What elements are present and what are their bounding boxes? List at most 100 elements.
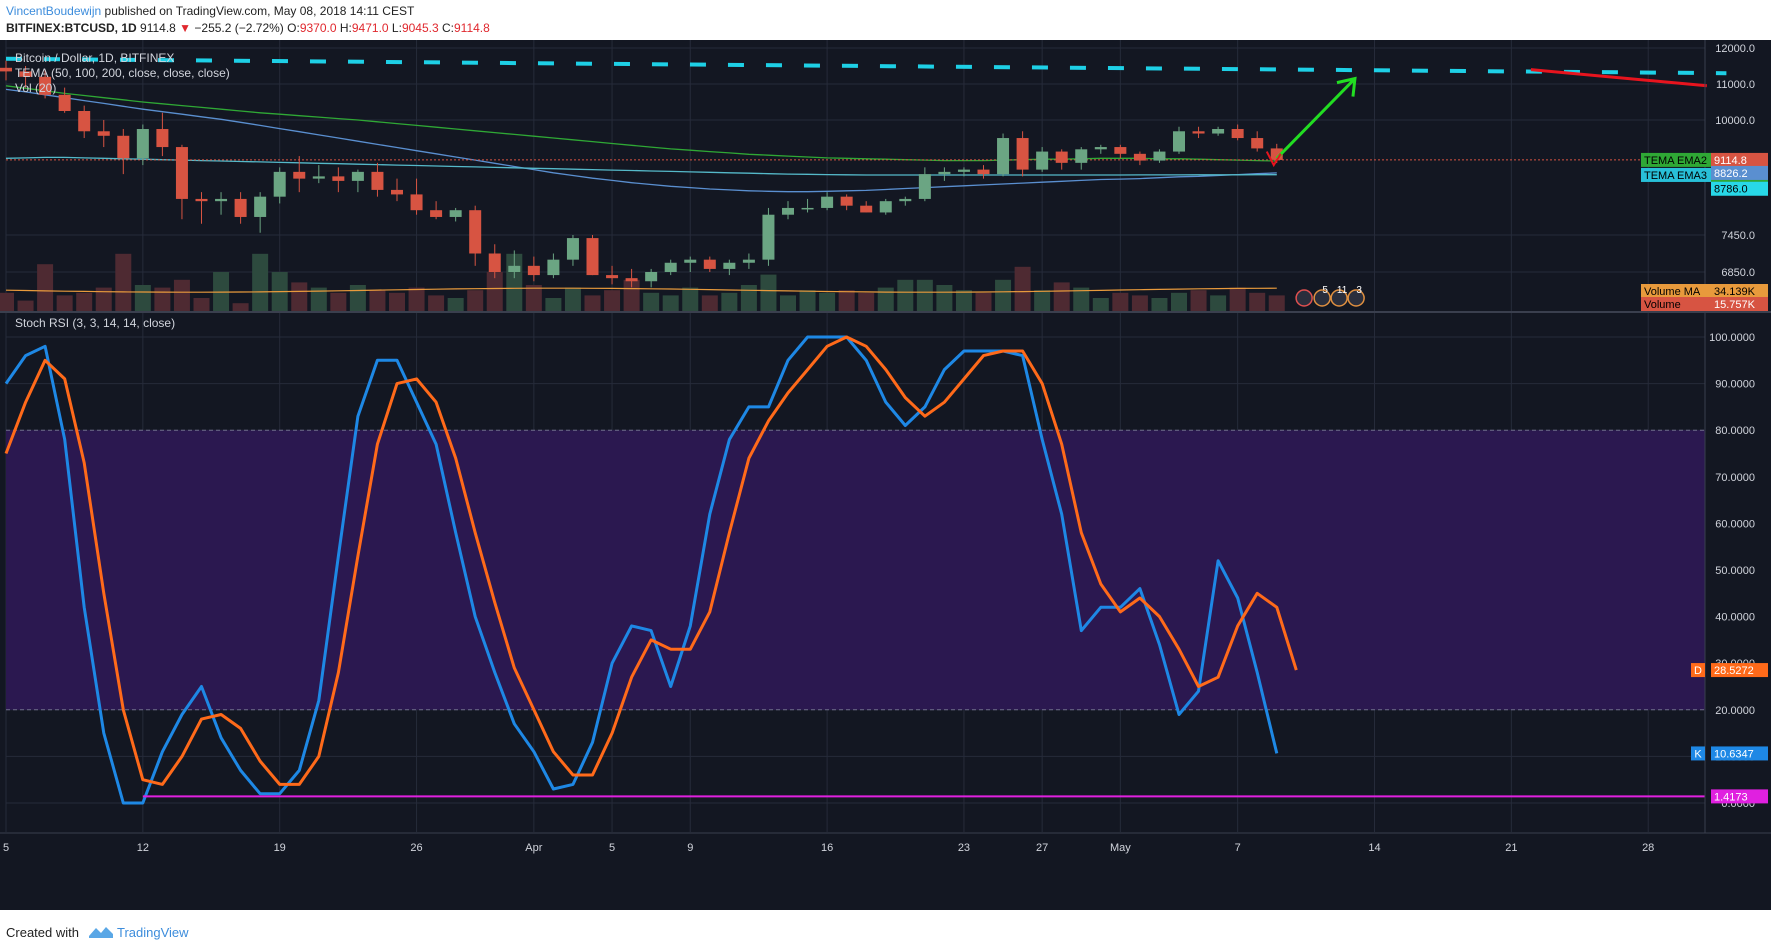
- stoch-tick-label: 50.0000: [1715, 565, 1755, 577]
- date-tick-label: 14: [1368, 842, 1380, 854]
- candle-body: [762, 214, 775, 260]
- author-link[interactable]: VincentBoudewijn: [6, 4, 101, 18]
- volume-bar: [819, 292, 836, 311]
- volume-bar: [76, 292, 93, 311]
- candle-body: [78, 111, 91, 132]
- volume-bar: [369, 290, 386, 311]
- volume-bar: [1014, 266, 1031, 311]
- stoch-k-tag-letter: K: [1694, 748, 1702, 760]
- event-badge-count: 11: [1337, 285, 1348, 296]
- volume-bar: [173, 279, 190, 311]
- magenta-tag: 1.4173: [1714, 791, 1748, 803]
- volume-tag: 15.757K: [1714, 299, 1756, 311]
- volume-bar: [467, 290, 484, 311]
- volume-bar: [838, 290, 855, 311]
- volume-bar: [877, 287, 894, 311]
- stoch-tick-label: 40.0000: [1715, 612, 1755, 624]
- candle-body: [664, 262, 677, 272]
- price-tick-label: 11000.0: [1716, 79, 1755, 91]
- candle-body: [1153, 151, 1166, 161]
- volume-bar: [1268, 295, 1285, 311]
- date-tick-label: May: [1110, 842, 1131, 854]
- candle-body: [1075, 149, 1088, 163]
- volume-bar: [1034, 290, 1051, 311]
- candle-body: [312, 176, 325, 179]
- volume-bar: [17, 300, 34, 311]
- date-tick-label: 27: [1036, 842, 1048, 854]
- date-tick-label: 21: [1505, 842, 1517, 854]
- date-tick-label: 23: [958, 842, 970, 854]
- open-value: 9370.0: [299, 21, 337, 35]
- candle-body: [1094, 147, 1107, 150]
- volume-ma-tag: 34.139K: [1714, 286, 1756, 298]
- date-tick-label: 19: [274, 842, 286, 854]
- price-tick-label: 6850.0: [1721, 267, 1755, 279]
- candle-body: [821, 196, 834, 208]
- volume-bar: [232, 303, 249, 311]
- tema-ema2-tag-name: TEMA EMA3: [1644, 170, 1707, 182]
- overbought-oversold-band: [6, 430, 1705, 710]
- date-tick-label: 28: [1642, 842, 1654, 854]
- stoch-tick-label: 20.0000: [1715, 705, 1755, 717]
- date-tick-label: 16: [821, 842, 833, 854]
- candle-body: [273, 171, 286, 197]
- tradingview-link[interactable]: TradingView: [117, 925, 189, 940]
- volume-bar: [447, 298, 464, 311]
- tradingview-logo-icon: [89, 927, 113, 938]
- last-price-tag: 9114.8: [1714, 155, 1747, 167]
- candle-body: [156, 129, 169, 148]
- volume-bar: [604, 290, 621, 311]
- candle-body: [1212, 129, 1225, 134]
- main-legend-title: Bitcoin / Dollar, 1D, BITFINEX: [15, 51, 174, 65]
- candle-body: [566, 238, 579, 260]
- volume-bar: [975, 292, 992, 311]
- candle-body: [449, 210, 462, 217]
- stoch-legend: Stoch RSI (3, 3, 14, 14, close): [15, 316, 175, 330]
- candle-body: [1114, 147, 1127, 154]
- volume-bar: [115, 253, 132, 311]
- volume-bar: [643, 292, 660, 311]
- footer: Created with TradingView: [0, 910, 1771, 950]
- volume-bar: [154, 287, 171, 311]
- date-tick-label: 5: [3, 842, 9, 854]
- chart-header: VincentBoudewijn published on TradingVie…: [0, 0, 1771, 40]
- volume-bar: [428, 295, 445, 311]
- stoch-tick-label: 60.0000: [1715, 518, 1755, 530]
- volume-bar: [721, 292, 738, 311]
- close-label: C:: [441, 21, 454, 35]
- close-value: 9114.8: [453, 21, 490, 35]
- price-tick-label: 12000.0: [1715, 43, 1755, 55]
- chart-canvas[interactable]: 5 11 3 12000.0 11000.0 10000.0 7450.0 6850.0 10…: [0, 40, 1771, 910]
- volume-bar: [389, 292, 405, 311]
- candle-body: [1173, 131, 1185, 152]
- volume-bar: [760, 274, 777, 311]
- candle-body: [997, 138, 1010, 175]
- candle-body: [293, 171, 306, 179]
- last-price-tag-name: TEMA EMA2: [1644, 155, 1707, 167]
- down-arrow-icon: ▼: [179, 21, 192, 35]
- stoch-d-tag-letter: D: [1694, 665, 1702, 677]
- candle-body: [957, 169, 970, 172]
- candle-body: [488, 253, 501, 272]
- symbol-line: BITFINEX:BTCUSD, 1D 9114.8 ▼ −255.2 (−2.…: [6, 21, 490, 35]
- tema-ema3-tag: 8826.2: [1714, 168, 1748, 180]
- candle-body: [371, 171, 384, 190]
- open-label: O:: [287, 21, 300, 35]
- price-tick-label: 10000.0: [1715, 115, 1755, 127]
- candle-body: [332, 176, 345, 181]
- volume-bar: [1053, 282, 1070, 311]
- volume-bar: [0, 292, 14, 311]
- symbol-name: BITFINEX:BTCUSD, 1D: [6, 21, 137, 35]
- candle-body: [586, 238, 599, 276]
- candle-body: [1231, 129, 1244, 139]
- date-tick-label: 5: [609, 842, 615, 854]
- volume-bar: [1229, 287, 1246, 311]
- flag-badge-icon: [1295, 289, 1313, 307]
- candle-body: [1016, 138, 1029, 170]
- candle-body: [977, 169, 990, 175]
- candle-body: [136, 129, 149, 159]
- volume-bar: [780, 295, 796, 311]
- low-value: 9045.3: [401, 21, 439, 35]
- volume-bar: [56, 295, 73, 311]
- stoch-k-tag: 10.6347: [1714, 748, 1754, 760]
